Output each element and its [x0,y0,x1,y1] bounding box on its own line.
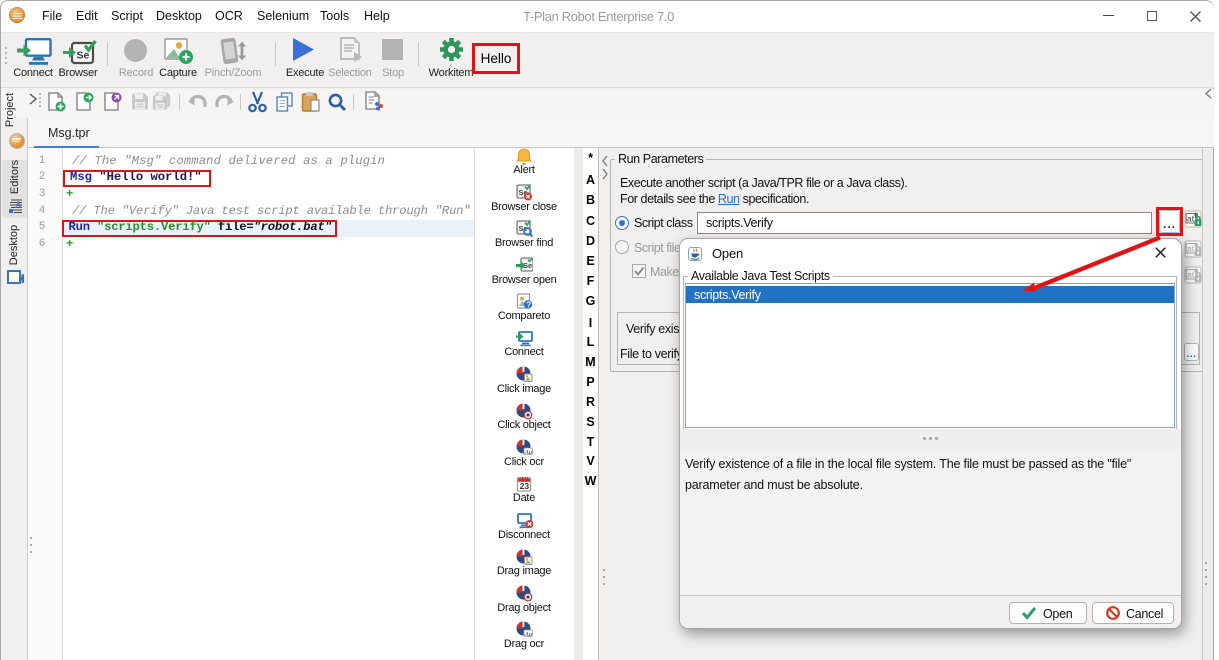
svg-text:at: at [1187,213,1195,223]
svg-text:at: at [1187,269,1195,279]
svg-text:A: A [15,200,22,210]
svg-text:at: at [1187,243,1195,253]
svg-text:23: 23 [520,480,530,490]
svg-text:?: ? [526,301,531,310]
